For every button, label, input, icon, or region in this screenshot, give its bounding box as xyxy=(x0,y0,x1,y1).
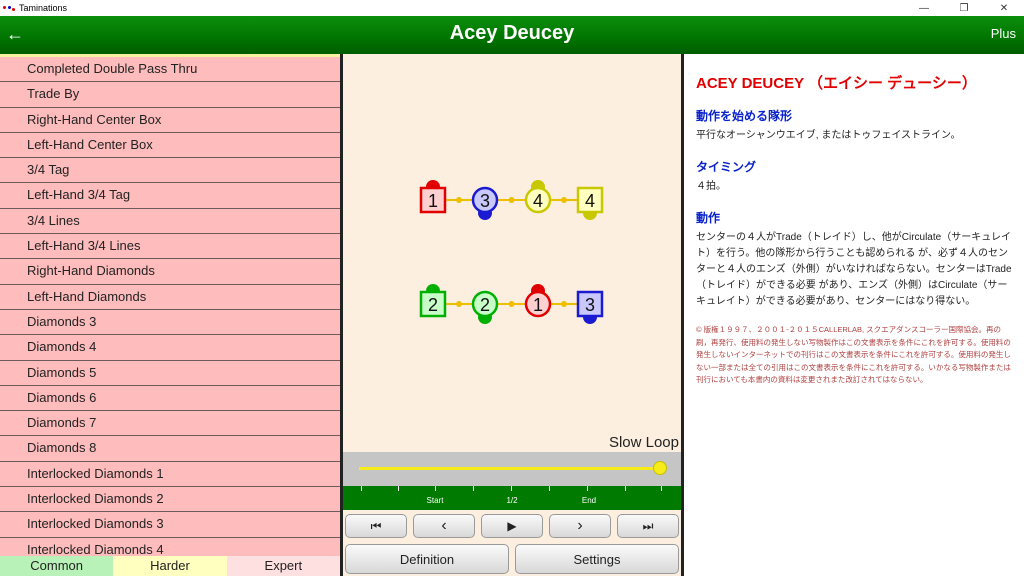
tab-expert[interactable]: Expert xyxy=(226,556,340,576)
slow-loop-label[interactable]: Slow Loop xyxy=(609,434,679,451)
connector-dot xyxy=(508,197,515,203)
dancer-number: 4 xyxy=(585,191,595,211)
tick-label-start: Start xyxy=(426,496,444,505)
dancer-number: 1 xyxy=(533,295,543,315)
list-item[interactable]: Diamonds 5 xyxy=(0,360,340,386)
minimize-button[interactable]: — xyxy=(904,0,944,16)
dancer-number: 1 xyxy=(428,191,438,211)
skip-back-icon: ⏮ xyxy=(370,518,382,533)
app-icon xyxy=(3,4,15,12)
timing-text: ４拍。 xyxy=(696,181,726,192)
first-frame-button[interactable]: ⏮ xyxy=(345,514,407,538)
playback-controls: ⏮ ‹ ▶ › ⏭ Definition Settings xyxy=(343,510,681,576)
skip-forward-icon: ⏭ xyxy=(642,518,654,533)
list-item[interactable]: Interlocked Diamonds 2 xyxy=(0,487,340,513)
definition-button[interactable]: Definition xyxy=(345,544,509,574)
connector-dot xyxy=(508,301,515,307)
dancer-number: 3 xyxy=(585,295,595,315)
chevron-left-icon: ‹ xyxy=(441,517,447,534)
list-item[interactable]: Diamonds 8 xyxy=(0,436,340,462)
timing-heading: タイミング xyxy=(696,160,757,174)
dancer-number: 2 xyxy=(480,295,490,315)
copyright-text: © 版権１９９７、２００１-２０１５CALLERLAB, スクエアダンスコーラー… xyxy=(696,325,1011,384)
next-button[interactable]: › xyxy=(549,514,611,538)
list-item[interactable]: Left-Hand Diamonds xyxy=(0,284,340,310)
tab-harder[interactable]: Harder xyxy=(113,556,227,576)
window-title: Taminations xyxy=(19,3,68,13)
list-item[interactable]: Diamonds 3 xyxy=(0,309,340,336)
tick-mark xyxy=(587,486,588,491)
close-button[interactable]: ✕ xyxy=(984,0,1024,16)
play-icon: ▶ xyxy=(507,519,517,533)
list-item[interactable]: Interlocked Diamonds 4 xyxy=(0,537,340,556)
maximize-button[interactable]: ❐ xyxy=(944,0,984,16)
animation-slider[interactable] xyxy=(343,452,681,486)
connector-dot xyxy=(561,301,567,307)
starting-formation-heading: 動作を始める隊形 xyxy=(696,109,793,123)
list-item[interactable]: Diamonds 4 xyxy=(0,335,340,361)
list-item[interactable]: Diamonds 6 xyxy=(0,385,340,412)
tick-mark xyxy=(625,486,626,491)
slider-track[interactable] xyxy=(359,467,663,470)
list-item[interactable]: Interlocked Diamonds 1 xyxy=(0,461,340,488)
action-heading: 動作 xyxy=(696,211,721,225)
last-frame-button[interactable]: ⏭ xyxy=(617,514,679,538)
connector-dot xyxy=(456,301,462,307)
list-item[interactable]: Completed Double Pass Thru xyxy=(0,57,340,83)
level-tabs: Common Harder Expert xyxy=(0,556,340,576)
tick-mark xyxy=(661,486,662,491)
window-title-bar: Taminations — ❐ ✕ xyxy=(0,0,1024,16)
animation-canvas[interactable]: 1 3 4 4 2 2 1 3 Slow Loop xyxy=(343,54,681,452)
list-item[interactable]: Left-Hand 3/4 Tag xyxy=(0,183,340,209)
list-item[interactable]: Diamonds 7 xyxy=(0,411,340,437)
tick-mark xyxy=(435,486,436,491)
dancer-number: 4 xyxy=(533,191,543,211)
app-header: ← Acey Deucey Plus xyxy=(0,16,1024,54)
connector-dot xyxy=(561,197,567,203)
page-title: Acey Deucey xyxy=(449,22,575,44)
action-text: センターの４人がTrade（トレイド）し、他がCirculate（サーキュレイト… xyxy=(696,232,1012,307)
tick-mark xyxy=(473,486,474,491)
list-item[interactable]: Left-Hand 3/4 Lines xyxy=(0,234,340,260)
list-item[interactable]: 3/4 Tag xyxy=(0,158,340,184)
tick-mark xyxy=(361,486,362,491)
slider-ticks: Start 1/2 End xyxy=(343,486,681,510)
level-plus-link[interactable]: Plus xyxy=(991,26,1016,41)
settings-button[interactable]: Settings xyxy=(515,544,679,574)
list-item[interactable]: Right-Hand Diamonds xyxy=(0,259,340,285)
tick-label-end: End xyxy=(581,496,597,505)
previous-button[interactable]: ‹ xyxy=(413,514,475,538)
dancer-number: 2 xyxy=(428,295,438,315)
definition-title: ACEY DEUCEY （エイシー デューシー） xyxy=(696,75,977,92)
slider-knob[interactable] xyxy=(653,461,667,475)
tick-mark xyxy=(549,486,550,491)
list-item[interactable]: Right-Hand Center Box xyxy=(0,107,340,133)
list-item[interactable]: Trade By xyxy=(0,82,340,108)
chevron-right-icon: › xyxy=(577,517,583,534)
tick-label-half: 1/2 xyxy=(506,496,518,505)
definition-panel: ACEY DEUCEY （エイシー デューシー） 動作を始める隊形 平行なオーシ… xyxy=(684,54,1024,576)
list-item[interactable]: Left-Hand Center Box xyxy=(0,132,340,159)
dancers-diagram: 1 3 4 4 2 2 1 3 xyxy=(419,180,604,324)
play-button[interactable]: ▶ xyxy=(481,514,543,538)
list-item[interactable]: Interlocked Diamonds 3 xyxy=(0,512,340,538)
list-item[interactable]: 3/4 Lines xyxy=(0,208,340,235)
tick-mark xyxy=(398,486,399,491)
formation-list[interactable]: Completed Double Pass Thru Trade By Right-… xyxy=(0,57,340,556)
tab-common[interactable]: Common xyxy=(0,556,114,576)
connector-dot xyxy=(456,197,462,203)
starting-formation-text: 平行なオーシャンウエイブ, またはトゥフェイストライン。 xyxy=(696,130,961,141)
dancer-number: 3 xyxy=(480,191,490,211)
tick-mark xyxy=(511,486,512,491)
